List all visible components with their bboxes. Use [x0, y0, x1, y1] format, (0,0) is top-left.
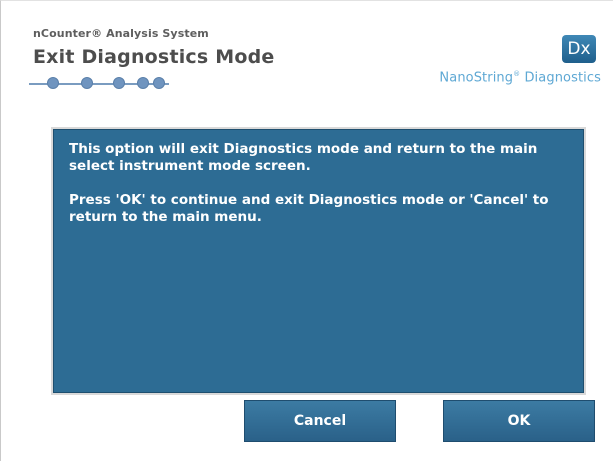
cancel-button[interactable]: Cancel [244, 400, 396, 442]
brand-suffix: Diagnostics [520, 70, 601, 86]
page-title: Exit Diagnostics Mode [33, 46, 275, 68]
progress-dot-2 [81, 77, 93, 89]
progress-indicator [29, 77, 171, 91]
dx-logo: Dx [562, 35, 596, 63]
exit-diagnostics-screen: nCounter® Analysis System Exit Diagnosti… [0, 0, 613, 461]
progress-dot-4 [137, 77, 149, 89]
message-paragraph-2: Press 'OK' to continue and exit Diagnost… [69, 192, 549, 225]
progress-dot-1 [47, 77, 59, 89]
message-paragraph-1: This option will exit Diagnostics mode a… [69, 141, 538, 174]
brand-name: NanoString [439, 70, 514, 86]
app-name: nCounter® Analysis System [33, 27, 209, 40]
progress-dot-3 [113, 77, 125, 89]
ok-button[interactable]: OK [443, 400, 595, 442]
brand-text: NanoString® Diagnostics [439, 70, 601, 85]
message-panel: This option will exit Diagnostics mode a… [51, 127, 586, 395]
progress-dot-5 [153, 77, 165, 89]
